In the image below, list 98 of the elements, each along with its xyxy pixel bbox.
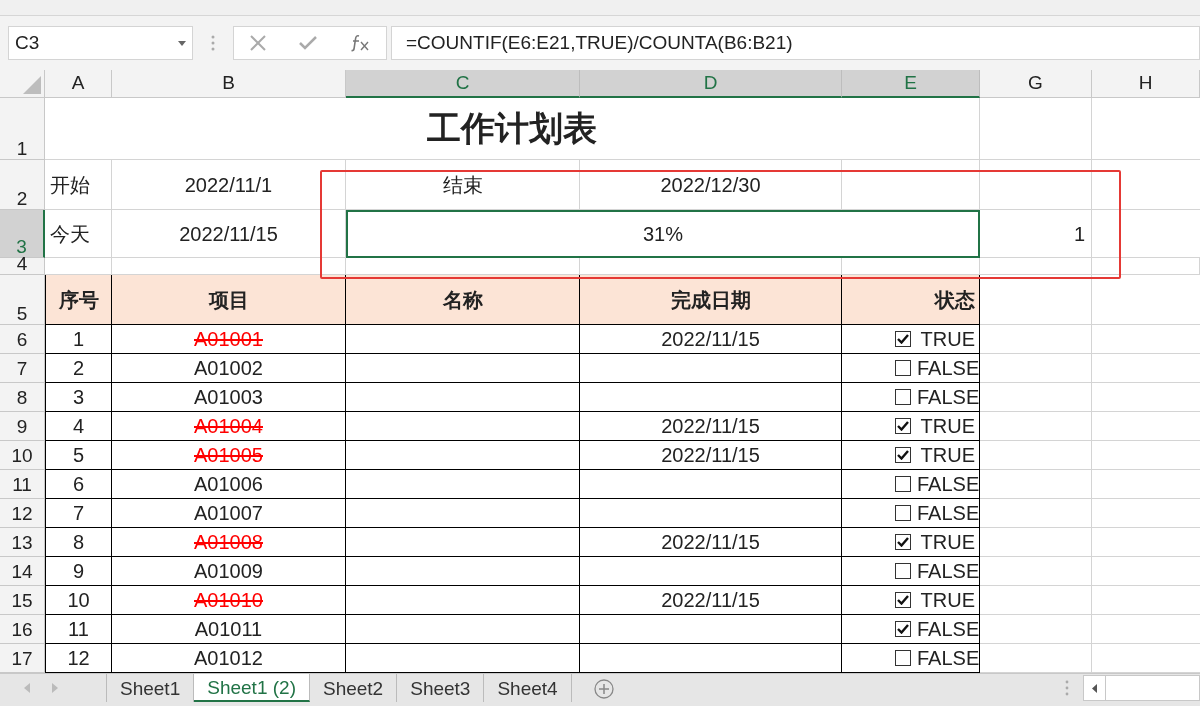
table-cell: 1 (980, 210, 1092, 258)
row-header[interactable]: 10 (0, 441, 45, 470)
row-header[interactable]: 4 (0, 258, 45, 275)
column-header[interactable]: G (980, 70, 1092, 98)
row-header[interactable]: 3 (0, 210, 45, 258)
column-heading: 名称 (346, 275, 580, 325)
name-box[interactable]: C3 (8, 26, 193, 60)
table-cell: 2022/11/15 (580, 586, 842, 615)
table-cell: 2022/11/15 (112, 210, 346, 258)
checkbox[interactable] (895, 534, 911, 550)
column-header[interactable]: C (346, 70, 580, 98)
table-cell: A01007 (112, 499, 346, 528)
cell-value: TRUE (919, 443, 975, 468)
checkbox[interactable] (895, 476, 911, 492)
row-header[interactable]: 8 (0, 383, 45, 412)
checkbox[interactable] (895, 447, 911, 463)
table-cell: 2022/11/15 (580, 412, 842, 441)
formula-text: =COUNTIF(E6:E21,TRUE)/COUNTA(B6:B21) (406, 30, 793, 55)
table-cell: A01010 (112, 586, 346, 615)
row-header[interactable]: 14 (0, 557, 45, 586)
table-cell: A01008 (112, 528, 346, 557)
row-header[interactable]: 15 (0, 586, 45, 615)
selected-cell[interactable]: 31% (346, 210, 980, 258)
table-cell: 1 (45, 325, 112, 354)
row-header[interactable]: 9 (0, 412, 45, 441)
sheet-title: 工作计划表 (45, 98, 980, 160)
row-header[interactable]: 7 (0, 354, 45, 383)
checkbox[interactable] (895, 360, 911, 376)
table-cell: 9 (45, 557, 112, 586)
table-cell: 10 (45, 586, 112, 615)
sheet-tab[interactable]: Sheet3 (397, 674, 485, 702)
sheet-tab[interactable]: Sheet4 (484, 674, 572, 702)
checkbox[interactable] (895, 650, 911, 666)
dropdown-caret-icon (178, 40, 186, 46)
table-cell: 今天 (45, 210, 112, 258)
checkmark-icon[interactable] (299, 36, 317, 50)
row-header[interactable]: 13 (0, 528, 45, 557)
column-header[interactable]: E (842, 70, 980, 98)
table-cell: 结束 (346, 160, 580, 210)
table-cell: A01009 (112, 557, 346, 586)
row-header[interactable]: 1 (0, 98, 45, 160)
table-cell: 6 (45, 470, 112, 499)
table-cell: 8 (45, 528, 112, 557)
table-cell: 2 (45, 354, 112, 383)
checkbox[interactable] (895, 389, 911, 405)
add-sheet-icon[interactable] (593, 679, 614, 699)
sheet-tab[interactable]: Sheet2 (309, 674, 398, 702)
row-header[interactable]: 16 (0, 615, 45, 644)
cell-value: TRUE (919, 530, 975, 555)
column-header[interactable]: A (45, 70, 112, 98)
drag-handle-icon (211, 35, 215, 51)
checkbox[interactable] (895, 418, 911, 434)
table-cell: 4 (45, 412, 112, 441)
table-cell: A01003 (112, 383, 346, 412)
table-cell: 2022/11/15 (580, 528, 842, 557)
table-cell: A01004 (112, 412, 346, 441)
table-cell: 2022/11/1 (112, 160, 346, 210)
table-cell: A01005 (112, 441, 346, 470)
cell-value: TRUE (919, 588, 975, 613)
cell-value: TRUE (919, 414, 975, 439)
checkbox[interactable] (895, 621, 911, 637)
cell-reference: C3 (15, 30, 40, 55)
column-header[interactable]: D (580, 70, 842, 98)
row-header[interactable]: 6 (0, 325, 45, 354)
table-cell: A01011 (112, 615, 346, 644)
table-cell: 7 (45, 499, 112, 528)
drag-handle-icon (1064, 680, 1069, 696)
checkbox[interactable] (895, 592, 911, 608)
sheet-tab[interactable]: Sheet1 (2) (194, 674, 310, 702)
row-header[interactable]: 17 (0, 644, 45, 673)
table-cell: A01006 (112, 470, 346, 499)
formula-field[interactable]: =COUNTIF(E6:E21,TRUE)/COUNTA(B6:B21) (391, 26, 1200, 60)
row-header[interactable]: 2 (0, 160, 45, 210)
function-icon[interactable] (349, 34, 370, 52)
left-arrow-icon (1091, 683, 1097, 693)
column-heading: 序号 (45, 275, 112, 325)
column-header[interactable]: H (1092, 70, 1200, 98)
table-cell: 2022/11/15 (580, 325, 842, 354)
table-cell: 3 (45, 383, 112, 412)
table-cell: A01002 (112, 354, 346, 383)
row-header[interactable]: 5 (0, 275, 45, 325)
column-header[interactable]: B (112, 70, 346, 98)
table-cell: 5 (45, 441, 112, 470)
table-cell: 开始 (45, 160, 112, 210)
checkbox[interactable] (895, 563, 911, 579)
column-heading: 项目 (112, 275, 346, 325)
checkbox[interactable] (895, 331, 911, 347)
table-cell: 2022/12/30 (580, 160, 842, 210)
table-cell: 2022/11/15 (580, 441, 842, 470)
row-header[interactable]: 11 (0, 470, 45, 499)
row-header[interactable]: 12 (0, 499, 45, 528)
column-heading: 状态 (842, 275, 980, 325)
table-cell: 11 (45, 615, 112, 644)
checkbox[interactable] (895, 505, 911, 521)
horizontal-scrollbar[interactable] (1082, 675, 1200, 701)
cell-value: TRUE (919, 327, 975, 352)
column-heading: 完成日期 (580, 275, 842, 325)
table-cell: A01001 (112, 325, 346, 354)
